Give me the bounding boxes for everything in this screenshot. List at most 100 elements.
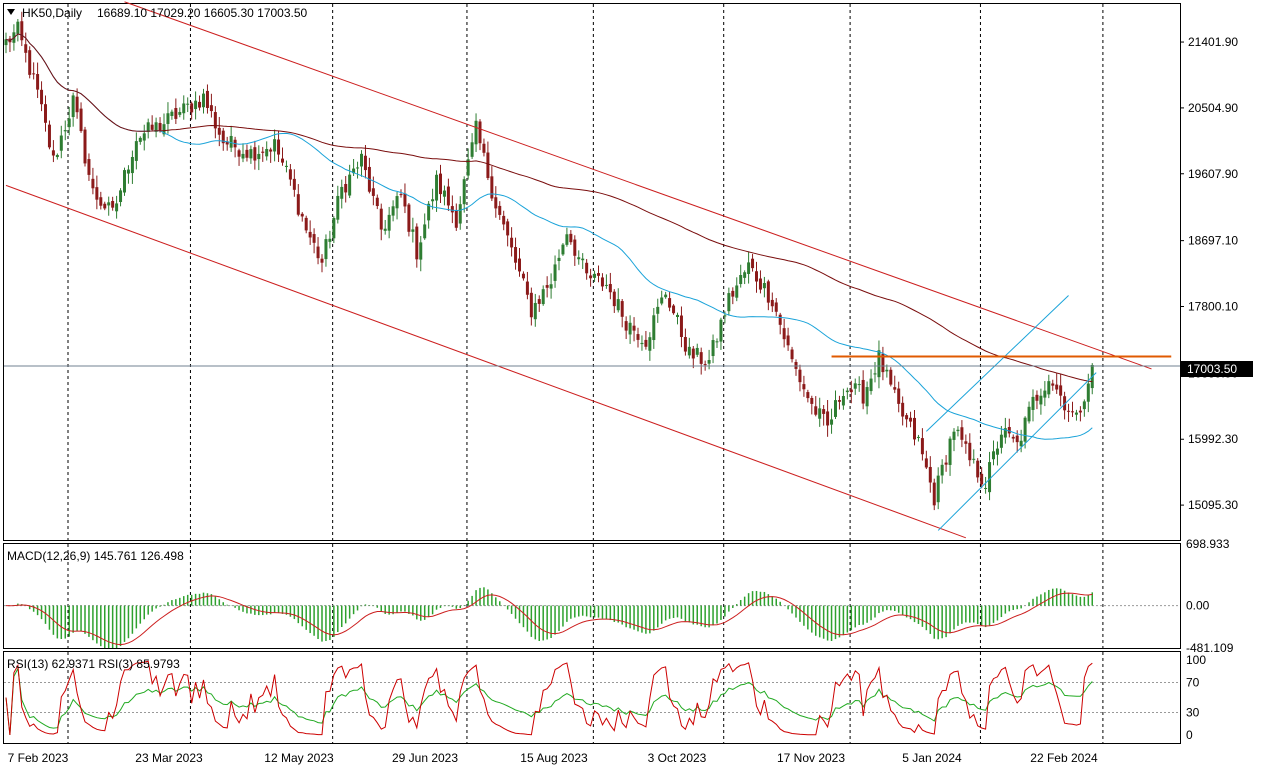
candle-body <box>1015 435 1019 443</box>
candle-body <box>304 217 308 231</box>
candle-body <box>217 127 221 135</box>
candle-body <box>458 204 462 224</box>
candle-body <box>119 190 123 203</box>
candle-body <box>778 314 782 325</box>
candle-body <box>490 176 494 199</box>
candle-body <box>277 139 281 155</box>
candle-body <box>130 157 134 174</box>
candle-body <box>138 137 142 142</box>
candle-body <box>257 153 261 160</box>
candle-body <box>707 360 711 364</box>
candle-body <box>340 186 344 199</box>
candle-body <box>924 458 928 468</box>
candle-body <box>506 221 510 236</box>
candle-body <box>928 466 932 483</box>
candle-body <box>371 188 375 196</box>
candle-body <box>316 246 320 259</box>
candle-body <box>992 451 995 460</box>
candle-body <box>1019 440 1023 447</box>
candle-body <box>968 442 972 461</box>
rsi-tick-label: 100 <box>1186 653 1206 667</box>
candle-body <box>802 384 806 390</box>
candle-body <box>344 183 348 193</box>
macd-tick-label: 0.00 <box>1186 599 1210 613</box>
candle-body <box>126 169 130 174</box>
candle-body <box>995 448 999 455</box>
candle-body <box>261 151 265 153</box>
candle-body <box>83 129 87 164</box>
candle-body <box>758 278 762 290</box>
candle-body <box>624 321 628 331</box>
candle-body <box>79 108 83 132</box>
candle-body <box>604 284 608 286</box>
candle-body <box>514 247 518 263</box>
candle-body <box>190 103 194 113</box>
candle-body <box>462 179 466 205</box>
candle-body <box>877 350 881 378</box>
candle-body <box>1011 436 1015 439</box>
candle-body <box>719 319 723 342</box>
candle-body <box>348 174 352 196</box>
rsi-tick-label: 70 <box>1186 676 1200 690</box>
candle-body <box>956 429 960 432</box>
candle-body <box>853 383 857 389</box>
candle-body <box>107 202 111 206</box>
candle-body <box>608 284 612 293</box>
candle-body <box>87 159 91 175</box>
x-tick-label: 17 Nov 2023 <box>777 751 845 765</box>
candle-body <box>356 167 360 169</box>
candle-body <box>916 436 920 438</box>
candle-body <box>284 165 288 167</box>
candle-body <box>561 244 565 255</box>
candle-body <box>549 284 553 289</box>
candle-body <box>585 262 589 274</box>
candle-body <box>703 364 707 366</box>
candle-body <box>482 143 486 153</box>
candle-body <box>676 314 679 318</box>
candle-body <box>273 139 277 152</box>
candle-body <box>28 50 32 75</box>
candle-body <box>142 133 146 141</box>
candle-body <box>766 281 770 303</box>
candle-body <box>423 224 427 239</box>
candle-body <box>960 427 964 440</box>
candle-body <box>292 178 296 190</box>
candle-body <box>115 203 119 212</box>
candle-body <box>762 283 766 289</box>
macd-label: MACD(12,26,9) 145.761 126.498 <box>7 549 184 563</box>
price-tick-label: 15992.30 <box>1188 432 1238 446</box>
candle-body <box>395 196 399 209</box>
candle-body <box>1047 381 1051 395</box>
candle-body <box>640 342 644 345</box>
candle-body <box>1039 395 1043 405</box>
rsi-panel <box>3 651 1181 744</box>
candle-body <box>834 400 837 417</box>
candle-body <box>158 122 162 131</box>
candle-body <box>391 206 395 216</box>
candle-body <box>984 487 988 489</box>
candle-body <box>170 111 174 116</box>
candle-body <box>47 124 51 148</box>
price-tick-label: 17800.10 <box>1188 300 1238 314</box>
candle-body <box>644 339 648 347</box>
rsi-label: RSI(13) 62.9371 RSI(3) 85.9793 <box>7 657 180 671</box>
candle-body <box>683 337 687 352</box>
candle-body <box>747 262 751 274</box>
candle-body <box>16 21 20 34</box>
candle-body <box>751 258 755 269</box>
candle-body <box>814 406 818 415</box>
candle-body <box>980 473 984 485</box>
candle-body <box>450 206 454 213</box>
candle-body <box>786 335 790 346</box>
candle-body <box>442 190 446 197</box>
candle-body <box>656 306 660 314</box>
candle-body <box>628 322 632 335</box>
candle-body <box>743 272 747 278</box>
candle-body <box>790 349 794 360</box>
candle-body <box>379 208 383 230</box>
candle-body <box>103 203 107 209</box>
candle-body <box>715 341 719 343</box>
candle-body <box>589 275 593 279</box>
candle-body <box>616 299 620 311</box>
candle-body <box>40 89 44 105</box>
